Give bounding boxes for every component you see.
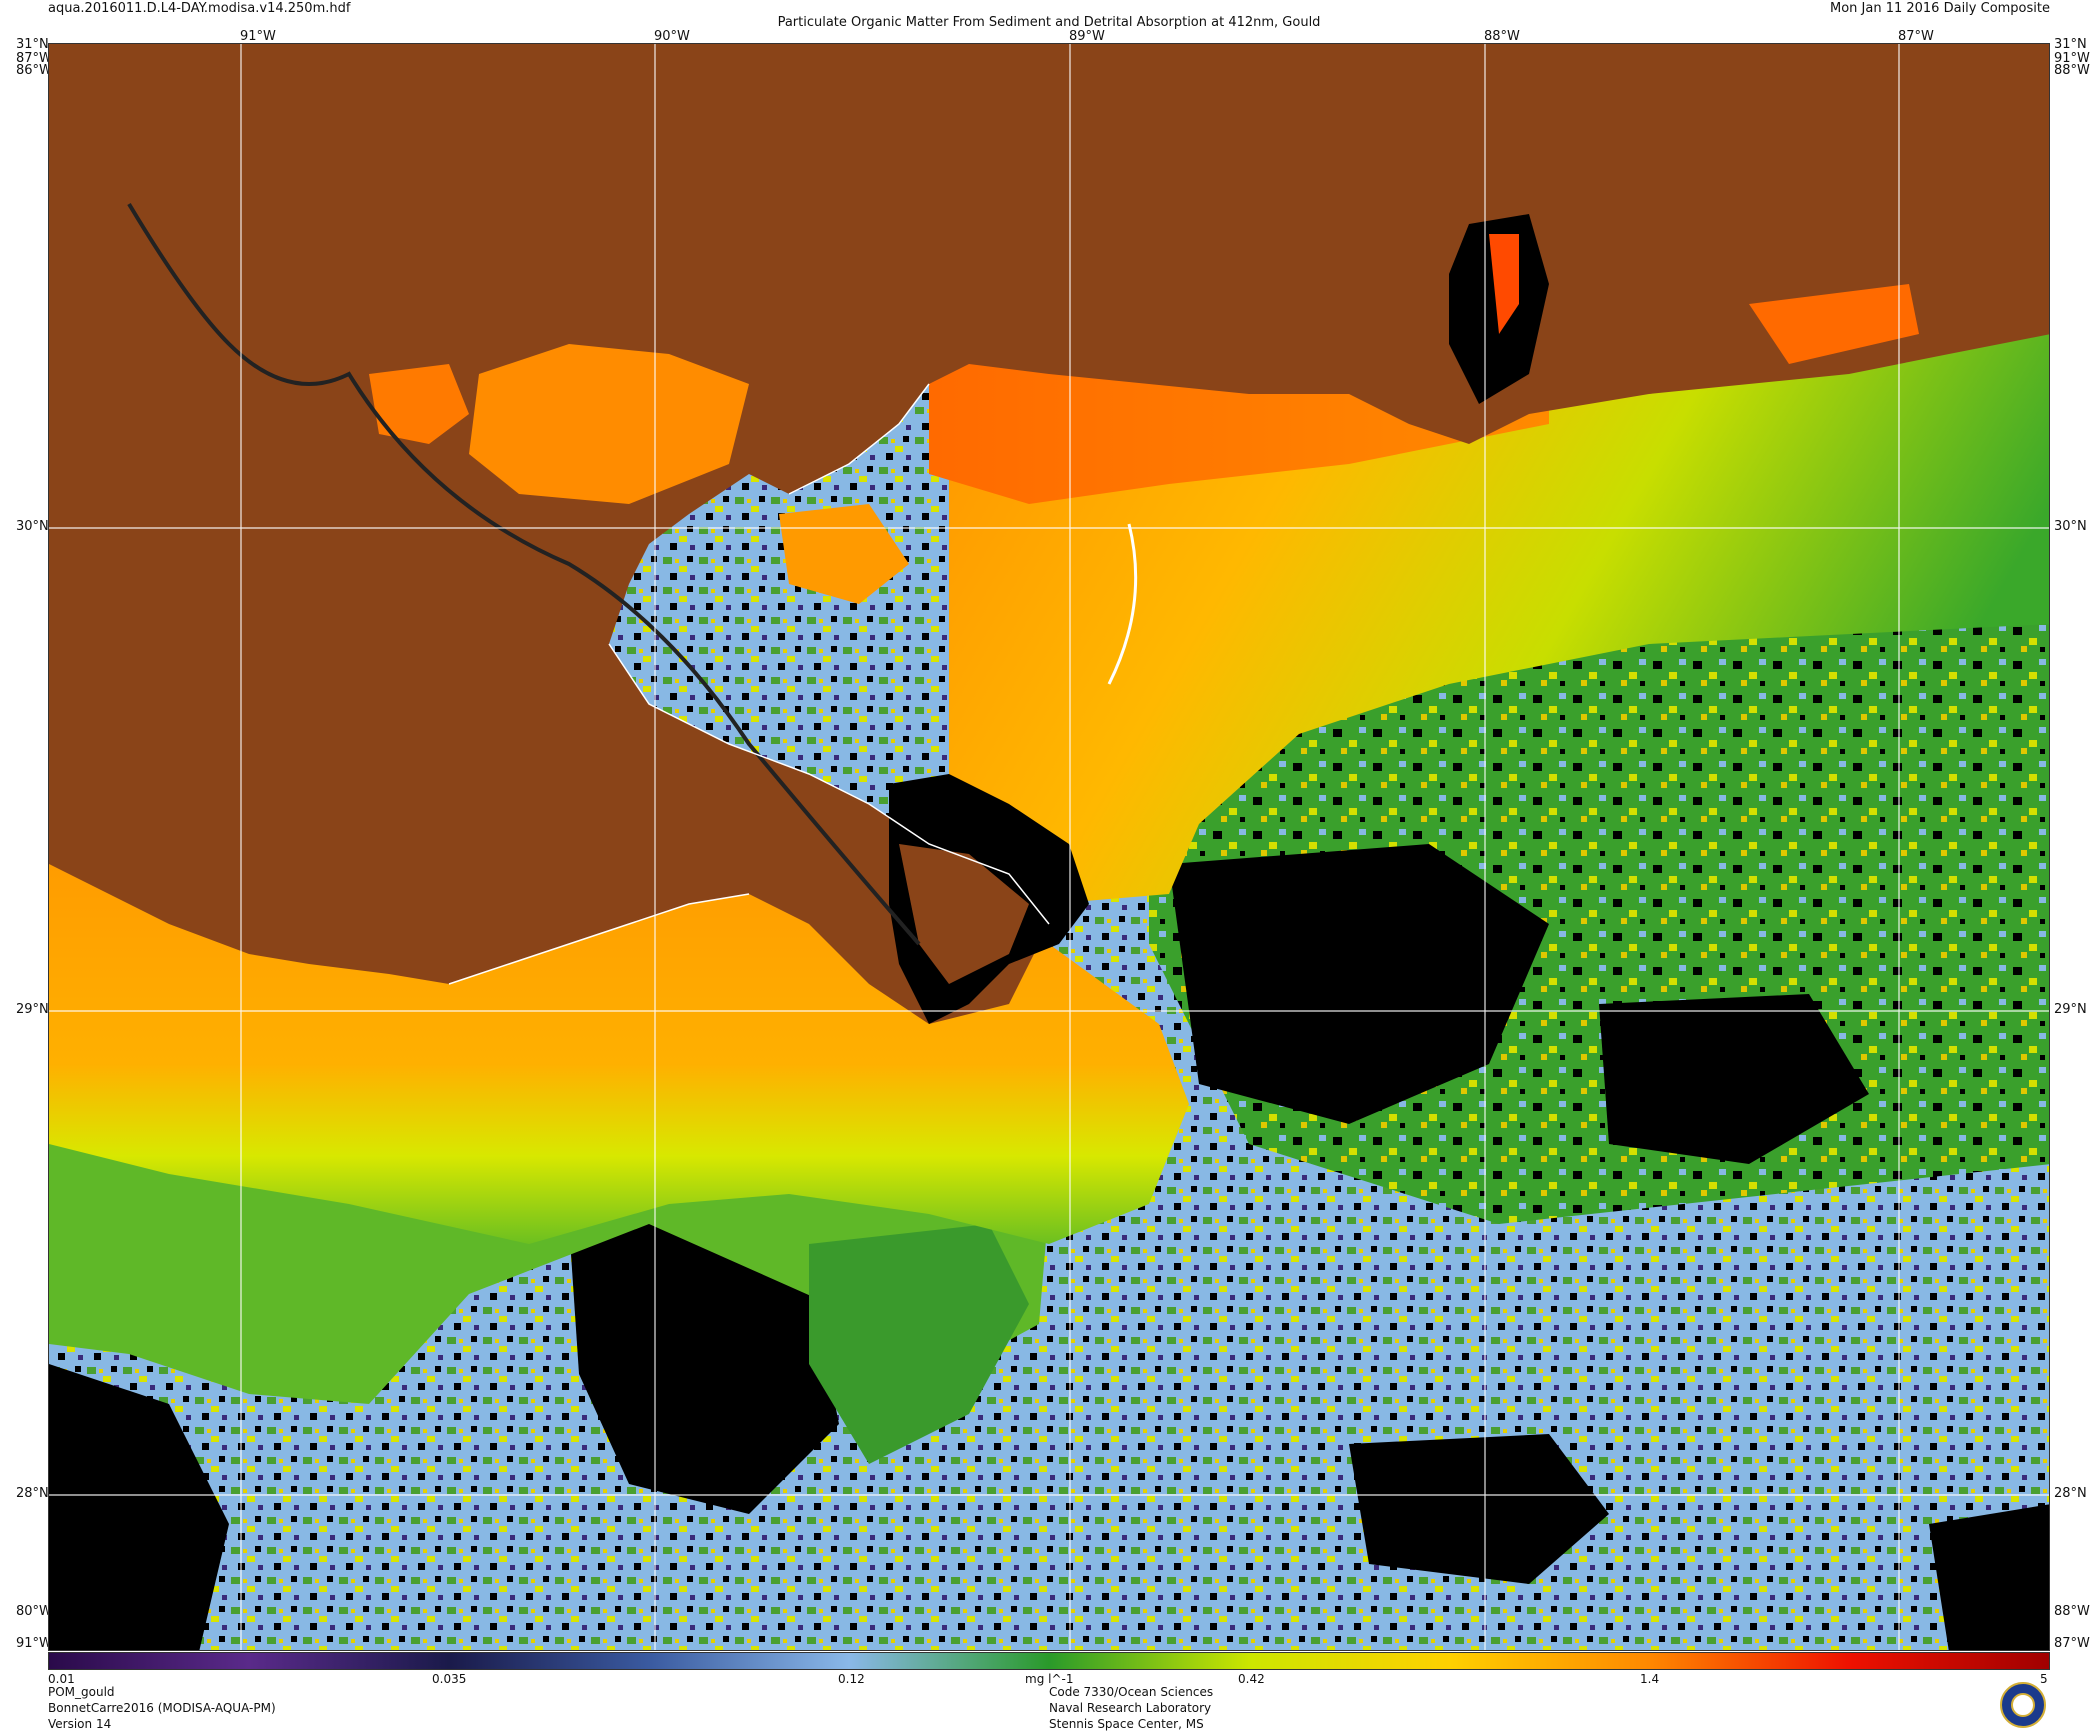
colorbar bbox=[48, 1652, 2050, 1670]
lon-label-90: 90°W bbox=[654, 29, 690, 44]
colorbar-tick-3: 0.42 bbox=[1238, 1672, 1265, 1686]
colorbar-tick-5: 5 bbox=[2040, 1672, 2048, 1686]
corner-label-tr-lat: 31°N bbox=[2054, 37, 2087, 52]
lon-label-87: 87°W bbox=[1898, 29, 1934, 44]
footer-dataset: BonnetCarre2016 (MODISA-AQUA-PM) bbox=[48, 1701, 276, 1715]
map-image bbox=[49, 44, 2049, 1650]
corner-label-tr-lon-b: 88°W bbox=[2054, 63, 2090, 78]
colorbar-tick-4: 1.4 bbox=[1640, 1672, 1660, 1686]
corner-label-br-b: 87°W bbox=[2054, 1636, 2090, 1651]
map-title: Particulate Organic Matter From Sediment… bbox=[777, 15, 1321, 30]
corner-label-tl-lon-b: 86°W bbox=[16, 63, 52, 78]
lat-label-29-left: 29°N bbox=[16, 1002, 49, 1017]
footer-version: Version 14 bbox=[48, 1717, 112, 1731]
filename-label: aqua.2016011.D.L4-DAY.modisa.v14.250m.hd… bbox=[48, 1, 351, 16]
date-label: Mon Jan 11 2016 Daily Composite bbox=[1829, 1, 2050, 16]
no-data-region-corner bbox=[1929, 1504, 2049, 1650]
lon-label-91: 91°W bbox=[240, 29, 276, 44]
lon-label-88: 88°W bbox=[1484, 29, 1520, 44]
lat-label-30-left: 30°N bbox=[16, 519, 49, 534]
footer-product: POM_gould bbox=[48, 1685, 115, 1699]
corner-label-bl-a: 80°W bbox=[16, 1604, 52, 1619]
footer-location: Stennis Space Center, MS bbox=[1049, 1717, 1204, 1731]
colorbar-tick-2: 0.12 bbox=[838, 1672, 865, 1686]
map-panel[interactable] bbox=[48, 43, 2050, 1651]
footer-lab: Naval Research Laboratory bbox=[1049, 1701, 1212, 1715]
footer-code: Code 7330/Ocean Sciences bbox=[1049, 1685, 1214, 1699]
lat-label-30-right: 30°N bbox=[2054, 519, 2087, 534]
lat-label-28-left: 28°N bbox=[16, 1486, 49, 1501]
nrl-logo bbox=[2000, 1682, 2046, 1728]
corner-label-br-a: 88°W bbox=[2054, 1604, 2090, 1619]
lat-label-28-right: 28°N bbox=[2054, 1486, 2087, 1501]
colorbar-tick-1: 0.035 bbox=[432, 1672, 467, 1686]
nrl-logo-seal bbox=[2011, 1693, 2035, 1717]
lat-label-29-right: 29°N bbox=[2054, 1002, 2087, 1017]
corner-label-bl-b: 91°W bbox=[16, 1636, 52, 1651]
corner-label-tl-lat: 31°N bbox=[16, 37, 49, 52]
lon-label-89: 89°W bbox=[1069, 29, 1105, 44]
